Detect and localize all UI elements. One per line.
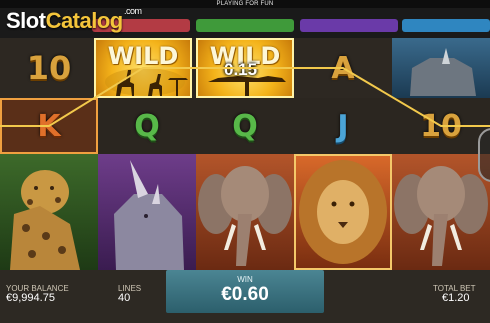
line-win-amount: 0.15 [224, 60, 258, 79]
elephant-symbol [196, 154, 294, 270]
symbol-ten: 10 [26, 49, 72, 87]
symbol-k: K [37, 108, 61, 144]
balance-value: €9,994.75 [6, 292, 55, 304]
logo-text-slot: Slot [6, 8, 46, 33]
play-mode-banner: PLAYING FOR FUN [0, 0, 490, 8]
reel-cell: Q [98, 98, 196, 154]
reel-cell: 10 [0, 38, 98, 98]
rhino-icon [114, 160, 184, 270]
elephant-icon [198, 166, 292, 266]
play-mode-text: PLAYING FOR FUN [216, 1, 274, 7]
giraffe-silhouette-icon [105, 68, 188, 96]
symbol-a: A [331, 50, 355, 86]
strip-blue [402, 19, 490, 32]
lion-symbol [294, 154, 392, 270]
strip-green [196, 19, 294, 32]
win-label: WIN [237, 275, 253, 284]
symbol-q: Q [134, 108, 160, 144]
spin-button[interactable] [478, 128, 490, 182]
reel-cell-highlight: K [0, 98, 98, 154]
rhino-symbol [98, 154, 196, 270]
symbol-ten: 10 [420, 108, 462, 144]
logo-text-catalog: Catalog [45, 8, 124, 33]
strip-purple [300, 19, 398, 32]
symbol-q: Q [232, 108, 258, 144]
reel-cell: A [294, 38, 392, 98]
wild-symbol: WILD [94, 38, 192, 98]
total-bet-value[interactable]: €1.20 [442, 292, 470, 304]
rhino-symbol [392, 38, 490, 98]
logo-text-com: .com [124, 6, 142, 16]
rhino-icon [410, 48, 476, 96]
win-value: €0.60 [221, 284, 269, 305]
leopard-icon [10, 170, 80, 270]
reel-cell: 10 [392, 98, 490, 154]
lines-value[interactable]: 40 [118, 292, 130, 304]
slotcatalog-logo: SlotCatalog .com [6, 6, 142, 34]
symbol-j: J [337, 108, 349, 144]
win-panel: WIN €0.60 [166, 270, 324, 313]
lion-icon [299, 160, 387, 264]
leopard-symbol [0, 154, 98, 270]
elephant-symbol [392, 154, 490, 270]
wild-symbol: WILD 0.15 [196, 38, 294, 98]
reel-cell: Q [196, 98, 294, 154]
elephant-icon [394, 166, 488, 266]
reel-cell: J [294, 98, 392, 154]
